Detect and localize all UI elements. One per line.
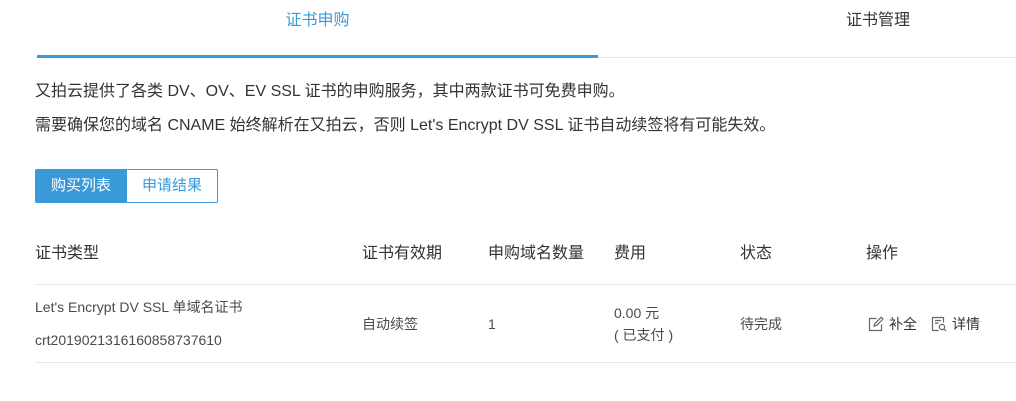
intro-line-free-certs: 又拍云提供了各类 DV、OV、EV SSL 证书的申购服务，其中两款证书可免费申…	[35, 83, 625, 100]
edit-icon	[868, 316, 884, 332]
tab-label: 证书申购	[285, 12, 350, 29]
complete-action-button[interactable]: 补全	[868, 314, 917, 334]
validity-value: 自动续签	[362, 315, 418, 332]
details-action-label: 详情	[952, 315, 980, 332]
tab-bar: 证书申购 证书管理	[37, 0, 1016, 58]
complete-action-label: 补全	[889, 315, 917, 332]
column-header-actions: 操作	[866, 245, 899, 262]
validity-cell: 自动续签	[362, 285, 488, 362]
tab-certificate-management[interactable]: 证书管理	[740, 0, 1016, 58]
column-header-domain-count: 申购域名数量	[488, 245, 585, 262]
purchase-list-button[interactable]: 购买列表	[35, 169, 127, 203]
table-header: 证书类型 证书有效期 申购域名数量 费用 状态 操作	[35, 230, 1016, 285]
payment-status: ( 已支付 )	[614, 326, 674, 343]
details-action-button[interactable]: 详情	[931, 314, 980, 334]
column-header-fee: 费用	[614, 245, 647, 262]
intro-line-cname-warning: 需要确保您的域名 CNAME 始终解析在又拍云，否则 Let's Encrypt…	[35, 117, 776, 134]
cert-name: Let's Encrypt DV SSL 单域名证书	[35, 298, 243, 315]
domain-count-value: 1	[488, 315, 496, 332]
fee-cell: 0.00 元 ( 已支付 )	[614, 285, 740, 362]
status-value: 待完成	[740, 315, 782, 332]
view-switcher: 购买列表 申请结果	[35, 169, 218, 203]
domain-count-cell: 1	[488, 285, 614, 362]
column-header-cert-type: 证书类型	[35, 245, 100, 262]
cert-type-cell: Let's Encrypt DV SSL 单域名证书 crt2019021316…	[35, 285, 362, 362]
column-header-status: 状态	[740, 245, 773, 262]
application-results-button[interactable]: 申请结果	[127, 169, 218, 203]
document-search-icon	[931, 316, 947, 332]
column-header-validity: 证书有效期	[362, 245, 443, 262]
status-cell: 待完成	[740, 285, 866, 362]
tab-label: 证书管理	[845, 12, 910, 29]
table-row: Let's Encrypt DV SSL 单域名证书 crt2019021316…	[35, 285, 1016, 363]
tab-certificate-purchase[interactable]: 证书申购	[37, 0, 598, 58]
purchase-table: 证书类型 证书有效期 申购域名数量 费用 状态 操作 Let's Encrypt…	[35, 230, 1016, 363]
intro-text: 又拍云提供了各类 DV、OV、EV SSL 证书的申购服务，其中两款证书可免费申…	[35, 75, 995, 143]
actions-cell: 补全 详情	[866, 285, 1016, 362]
cert-id: crt2019021316160858737610	[35, 331, 222, 348]
fee-amount: 0.00 元	[614, 304, 660, 321]
